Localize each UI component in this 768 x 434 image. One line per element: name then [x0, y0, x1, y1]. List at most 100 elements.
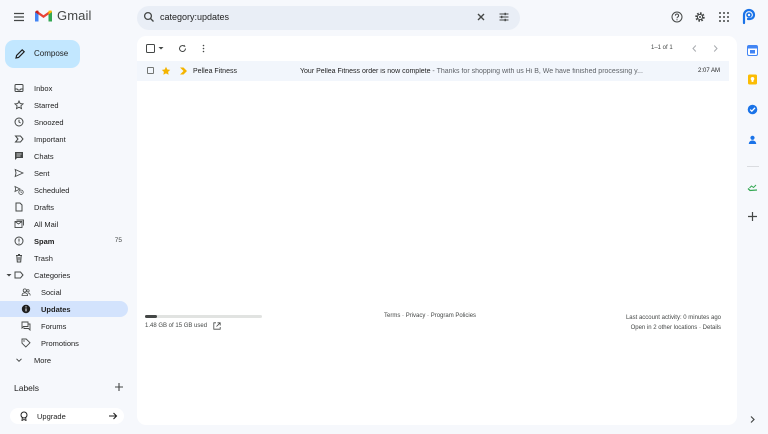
- side-rail-divider: [747, 166, 759, 167]
- sidebar-item-updates[interactable]: Updates: [0, 301, 128, 317]
- sidebar-item-label: Categories: [34, 271, 71, 280]
- select-dropdown-caret-icon[interactable]: [158, 46, 164, 51]
- calendar-icon[interactable]: [747, 45, 758, 56]
- storage-meter: [145, 315, 262, 318]
- draft-icon: [15, 202, 23, 212]
- info-icon: [21, 304, 31, 314]
- sidebar-item-drafts[interactable]: Drafts: [0, 199, 128, 215]
- email-row[interactable]: Pellea Fitness Your Pellea Fitness order…: [137, 61, 729, 81]
- clock-icon: [14, 117, 24, 127]
- sidebar-item-promotions[interactable]: Promotions: [0, 335, 128, 351]
- sidebar-item-forums[interactable]: Forums: [0, 318, 128, 334]
- tag-icon: [21, 338, 31, 348]
- main-panel: 1–1 of 1 Pellea Fitness Your Pellea Fitn…: [137, 36, 737, 425]
- sidebar-item-label: Promotions: [41, 339, 79, 348]
- account-avatar-icon[interactable]: [740, 8, 758, 26]
- gmail-logo-text: Gmail: [57, 8, 92, 23]
- all-mail-icon: [14, 219, 24, 228]
- settings-gear-icon[interactable]: [694, 11, 706, 23]
- spam-count: 75: [114, 237, 122, 244]
- sidebar-item-label: Chats: [34, 152, 54, 161]
- sidebar-item-social[interactable]: Social: [0, 284, 128, 300]
- chat-icon: [15, 152, 23, 160]
- row-checkbox[interactable]: [147, 67, 154, 74]
- send-icon: [14, 168, 24, 178]
- privacy-link[interactable]: Privacy: [406, 313, 426, 319]
- sidebar-item-sent[interactable]: Sent: [0, 165, 128, 181]
- terms-link[interactable]: Terms: [384, 313, 400, 319]
- email-subject: Your Pellea Fitness order is now complet…: [300, 68, 431, 75]
- tasks-icon[interactable]: [747, 104, 758, 115]
- search-bar[interactable]: category:updates: [137, 6, 520, 30]
- newer-chevron-left-icon[interactable]: [690, 44, 699, 53]
- sidebar-item-label: Spam: [34, 237, 55, 246]
- create-label-plus-icon[interactable]: [114, 382, 124, 392]
- important-icon: [14, 135, 24, 143]
- caret-down-icon[interactable]: [6, 270, 12, 280]
- sidebar-item-label: Updates: [41, 305, 71, 314]
- sidebar-item-inbox[interactable]: Inbox: [0, 80, 128, 96]
- sidebar-item-label: Sent: [34, 169, 50, 178]
- arrow-right-icon: [109, 412, 118, 420]
- sidebar-item-label: Snoozed: [34, 118, 64, 127]
- open-in-new-icon[interactable]: [213, 322, 221, 330]
- search-input[interactable]: category:updates: [160, 12, 229, 22]
- get-addons-plus-icon[interactable]: [747, 211, 758, 222]
- search-icon[interactable]: [143, 11, 155, 23]
- trash-icon: [16, 254, 22, 263]
- pagination-count: 1–1 of 1: [651, 45, 673, 51]
- spam-icon: [14, 236, 24, 246]
- sidebar-item-label: Drafts: [34, 203, 55, 212]
- sidebar-item-scheduled[interactable]: Scheduled: [0, 182, 128, 198]
- sidebar-item-label: Inbox: [34, 84, 53, 93]
- gmail-logo[interactable]: Gmail: [34, 8, 91, 23]
- compose-button[interactable]: Compose: [5, 40, 80, 68]
- footer-links: Terms · Privacy · Program Policies: [384, 313, 476, 319]
- refresh-icon[interactable]: [178, 44, 187, 53]
- sidebar-item-snoozed[interactable]: Snoozed: [0, 114, 128, 130]
- email-snippet: - Thanks for shopping with us Hi B, We h…: [430, 68, 643, 75]
- label-icon: [14, 271, 24, 279]
- upgrade-label: Upgrade: [37, 412, 66, 421]
- keep-icon[interactable]: [747, 74, 758, 85]
- select-all-checkbox-icon[interactable]: [146, 44, 155, 53]
- sidebar: Compose Inbox Starred Snoozed Important …: [0, 36, 134, 434]
- sidebar-item-all-mail[interactable]: All Mail: [0, 216, 128, 232]
- email-preview: Your Pellea Fitness order is now complet…: [300, 68, 672, 75]
- program-policies-link[interactable]: Program Policies: [431, 313, 476, 319]
- sidebar-item-chats[interactable]: Chats: [0, 148, 128, 164]
- sidebar-item-label: Important: [34, 135, 66, 144]
- badge-icon: [20, 411, 28, 421]
- sidebar-item-more[interactable]: More: [0, 352, 128, 368]
- schedule-send-icon: [14, 185, 24, 195]
- storage-meter-fill: [145, 315, 157, 318]
- sidebar-item-important[interactable]: Important: [0, 131, 128, 147]
- clear-search-icon[interactable]: [475, 11, 487, 23]
- email-time: 2:07 AM: [698, 68, 721, 74]
- sidebar-item-categories[interactable]: Categories: [0, 267, 128, 283]
- other-locations-line: Open in 2 other locations · Details: [626, 323, 721, 333]
- search-options-icon[interactable]: [498, 11, 510, 23]
- labels-heading: Labels: [14, 383, 40, 393]
- details-link[interactable]: Details: [703, 325, 721, 331]
- forum-icon: [21, 321, 31, 331]
- sidebar-item-spam[interactable]: Spam 75: [0, 233, 128, 249]
- important-marker-icon[interactable]: [179, 66, 188, 76]
- main-menu-icon[interactable]: [12, 10, 26, 24]
- upgrade-button[interactable]: Upgrade: [10, 408, 124, 424]
- sidebar-item-label: Scheduled: [34, 186, 70, 195]
- sidebar-item-starred[interactable]: Starred: [0, 97, 128, 113]
- more-vert-icon[interactable]: [199, 44, 208, 53]
- storage-usage-text: 1.48 GB of 15 GB used: [145, 323, 208, 329]
- compose-label: Compose: [34, 49, 69, 58]
- sidebar-item-trash[interactable]: Trash: [0, 250, 128, 266]
- addon-icon[interactable]: [747, 182, 758, 193]
- starred-star-icon[interactable]: [161, 66, 171, 76]
- show-side-panel-chevron-icon[interactable]: [747, 414, 758, 425]
- help-icon[interactable]: [671, 11, 683, 23]
- apps-grid-icon[interactable]: [718, 11, 730, 23]
- contacts-icon[interactable]: [747, 134, 758, 145]
- account-activity: Last account activity: 0 minutes ago Ope…: [626, 313, 721, 333]
- social-icon: [21, 288, 31, 296]
- older-chevron-right-icon[interactable]: [711, 44, 720, 53]
